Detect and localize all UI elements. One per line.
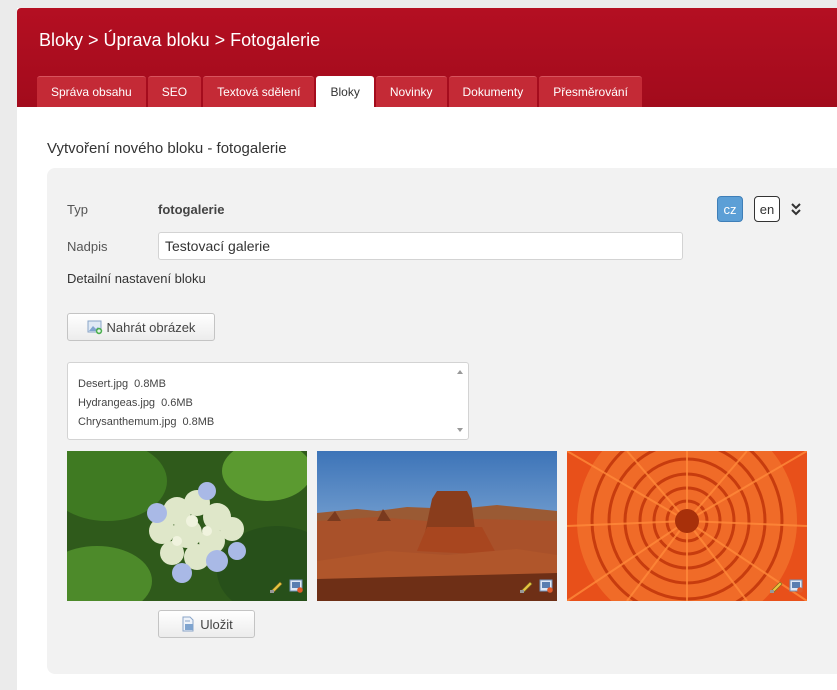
gallery-thumbnail-chrysanthemum[interactable] (567, 451, 807, 601)
breadcrumb-bloky[interactable]: Bloky (39, 30, 83, 50)
file-size: 0.8MB (134, 378, 166, 390)
tab-bloky[interactable]: Bloky (316, 76, 374, 107)
tab-textova-sdeleni[interactable]: Textová sdělení (203, 76, 315, 107)
breadcrumb-fotogalerie: Fotogalerie (230, 30, 321, 50)
remove-image-icon[interactable] (289, 579, 303, 598)
breadcrumb: Bloky > Úprava bloku > Fotogalerie (39, 30, 320, 51)
remove-image-icon[interactable] (539, 579, 553, 598)
scroll-up-icon[interactable] (457, 370, 463, 374)
type-value: fotogalerie (158, 202, 225, 217)
tab-sprava-obsahu[interactable]: Správa obsahu (37, 76, 146, 107)
file-list-scrollbar[interactable] (452, 363, 468, 439)
language-en-button[interactable]: en (754, 196, 780, 222)
detail-settings-label: Detailní nastavení bloku (67, 271, 206, 286)
gallery-thumbnail-hydrangeas[interactable] (67, 451, 307, 601)
breadcrumb-separator: > (88, 30, 99, 50)
header: Bloky > Úprava bloku > Fotogalerie Správa ob… (17, 8, 837, 107)
tab-dokumenty[interactable]: Dokumenty (448, 76, 538, 107)
save-label: Uložit (200, 616, 233, 632)
app-window: Bloky > Úprava bloku > Fotogalerie Správa ob… (17, 8, 837, 690)
save-document-icon (182, 616, 194, 632)
type-label: Typ (67, 202, 88, 217)
file-size: 0.8MB (182, 416, 215, 428)
file-name: Desert.jpg (78, 378, 129, 390)
uploaded-files-list[interactable]: Desert.jpg 0.8MB Hydrangeas.jpg 0.6MB Chry… (67, 362, 469, 440)
breadcrumb-uprava-bloku[interactable]: Úprava bloku (104, 30, 210, 50)
file-item: Hydrangeas.jpg 0.6MB (78, 394, 214, 413)
page-title: Vytvoření nového bloku - fotogalerie (47, 140, 287, 157)
file-name: Chrysanthemum.jpg (78, 416, 177, 428)
file-name: Hydrangeas.jpg (78, 397, 156, 409)
tab-presmerovani[interactable]: Přesměrování (539, 76, 642, 107)
tab-bar: Správa obsahu SEO Textová sdělení Bloky … (37, 76, 642, 107)
language-cz-button[interactable]: cz (717, 196, 743, 222)
title-label: Nadpis (67, 239, 108, 254)
block-form-panel: Typ fotogalerie cz en Nadpis Detailní na… (47, 168, 837, 674)
tab-seo[interactable]: SEO (147, 76, 202, 107)
image-upload-icon (87, 320, 102, 335)
gallery-thumbnail-desert[interactable] (317, 451, 557, 601)
edit-pencil-icon[interactable] (519, 579, 535, 598)
double-chevron-down-icon[interactable] (789, 200, 803, 218)
remove-image-icon[interactable] (789, 579, 803, 598)
edit-pencil-icon[interactable] (769, 579, 785, 598)
save-button[interactable]: Uložit (158, 610, 255, 638)
file-size: 0.6MB (161, 397, 193, 409)
tab-novinky[interactable]: Novinky (375, 76, 447, 107)
breadcrumb-separator: > (214, 30, 226, 50)
edit-pencil-icon[interactable] (269, 579, 285, 598)
title-input[interactable] (158, 232, 683, 260)
file-item: Chrysanthemum.jpg 0.8MB (78, 413, 214, 432)
scroll-down-icon[interactable] (457, 428, 463, 432)
file-item: Desert.jpg 0.8MB (78, 375, 214, 394)
upload-image-label: Nahrát obrázek (106, 319, 196, 335)
upload-image-button[interactable]: Nahrát obrázek (67, 313, 215, 341)
